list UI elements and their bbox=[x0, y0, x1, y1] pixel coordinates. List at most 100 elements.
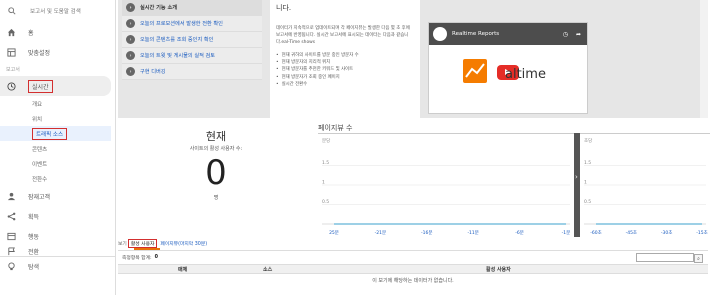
y-tick-label: 0.5 bbox=[322, 199, 329, 205]
active-users-subtitle: 사이트의 활성 사용자 수: bbox=[189, 146, 243, 152]
guide-bullet: 현재 방문자의 지리적 위치 bbox=[276, 59, 414, 66]
person-icon bbox=[6, 191, 16, 201]
nav-acquisition[interactable]: 획득 bbox=[0, 206, 115, 226]
video-player[interactable]: Realtime Reports ◷ ➦ altime bbox=[428, 22, 588, 114]
nav-realtime-locations[interactable]: 위치 bbox=[0, 111, 115, 126]
x-tick-label: -60초 bbox=[590, 230, 602, 236]
view-tabs: 보기 활성 사용자 페이지뷰(마지막 30분) bbox=[118, 238, 207, 248]
active-users-title: 현재 bbox=[205, 130, 227, 143]
guide-title: 니다. bbox=[276, 4, 292, 12]
guide-bullet: 실시간 전환수 bbox=[276, 81, 414, 88]
clock-icon[interactable]: ◷ bbox=[563, 31, 568, 38]
clock-icon bbox=[6, 81, 16, 91]
x-tick-label: -11분 bbox=[467, 230, 479, 236]
nav-conversions[interactable]: 전환 bbox=[0, 246, 115, 256]
nav-discover[interactable]: 탐색 bbox=[0, 256, 115, 276]
column-source[interactable]: 소스 bbox=[263, 266, 272, 273]
column-medium[interactable]: 매체 bbox=[178, 266, 187, 273]
pageviews-per-second-chart: 초당 1.5 1 0.5 -60초 -45초 -30초 -15초 bbox=[580, 133, 710, 237]
guide-bullet: 현재 방문자를 추천한 키워드 및 사이트 bbox=[276, 66, 414, 73]
x-tick-label: -45초 bbox=[626, 230, 638, 236]
y-tick-label: 1 bbox=[584, 180, 587, 186]
nav-behavior-label: 행동 bbox=[28, 233, 40, 241]
chevron-right-icon: › bbox=[126, 51, 135, 60]
nav-discover-label: 탐색 bbox=[28, 264, 40, 271]
home-icon bbox=[6, 27, 16, 37]
guide-body: 데이터가 지속적으로 업데이트되며 각 페이지뷰는 발생한 다음 몇 초 후에 … bbox=[276, 26, 410, 45]
x-tick-label: -16분 bbox=[421, 230, 433, 236]
tab-active-users[interactable]: 활성 사용자 bbox=[127, 238, 158, 248]
nav-realtime-traffic-sources[interactable]: 트래픽 소스 bbox=[0, 126, 111, 141]
guide-menu-item[interactable]: › 오늘의 콘텐츠를 조회 중인지 확인 bbox=[122, 32, 262, 48]
nav-acquisition-label: 획득 bbox=[28, 213, 40, 221]
y-tick-label: 0.5 bbox=[584, 199, 591, 205]
guide-menu-item[interactable]: › 구현 디버깅 bbox=[122, 64, 262, 80]
column-active-users[interactable]: 활성 사용자 bbox=[486, 266, 511, 273]
y-tick-label: 1 bbox=[322, 180, 325, 186]
nav-custom[interactable]: 맞춤설정 bbox=[0, 42, 115, 62]
y-axis-label: 초당 bbox=[584, 137, 592, 144]
empty-message: 이 보기에 해당하는 데이터가 없습니다. bbox=[372, 277, 454, 284]
table-search-input[interactable]: ⌕ bbox=[636, 253, 703, 263]
search-icon[interactable]: ⌕ bbox=[694, 254, 703, 263]
guide-menu-item[interactable]: › 오늘의 프로모션에서 발생한 전환 확인 bbox=[122, 16, 262, 32]
x-tick-label: -15초 bbox=[696, 230, 708, 236]
nav-traffic-sources-label: 트래픽 소스 bbox=[32, 127, 68, 140]
flag-icon bbox=[6, 246, 16, 256]
guide-menu-item[interactable]: › 실시간 기능 소개 bbox=[122, 0, 262, 16]
x-tick-label: -1분 bbox=[562, 230, 571, 236]
left-sidebar: 보고서 및 도움말 검색 홈 맞춤설정 보고서 실시간 개요 위치 트래픽 소스… bbox=[0, 0, 116, 295]
total-value: 0 bbox=[154, 255, 158, 260]
nav-realtime-overview[interactable]: 개요 bbox=[0, 96, 115, 111]
channel-logo bbox=[433, 27, 447, 41]
guide-menu-item-label: 오늘의 프로모션에서 발생한 전환 확인 bbox=[140, 21, 223, 27]
guide-bullets: 현재 귀하의 사이트를 방문 중인 방문자 수 현재 방문자의 지리적 위치 현… bbox=[276, 52, 414, 88]
per-minute-chart-svg: 분당 1.5 1 0.5 25분 -21분 -16분 -11분 -6분 -1분 bbox=[322, 137, 571, 236]
total-label: 측정항목 합계: bbox=[122, 256, 152, 261]
nav-behavior[interactable]: 행동 bbox=[0, 226, 115, 246]
panel-scrollbar[interactable] bbox=[700, 0, 708, 118]
x-tick-label: 25분 bbox=[329, 230, 339, 236]
nav-audience-label: 잠재고객 bbox=[28, 193, 51, 201]
active-users-card: 현재 사이트의 활성 사용자 수: 0 명 bbox=[118, 125, 314, 235]
chevron-right-icon: › bbox=[126, 35, 135, 44]
x-tick-label: -30초 bbox=[661, 230, 673, 236]
video-title: Realtime Reports bbox=[452, 31, 500, 37]
tab-pageviews[interactable]: 페이지뷰(마지막 30분) bbox=[160, 240, 207, 247]
nav-realtime-conversions[interactable]: 전환수 bbox=[0, 171, 115, 186]
active-users-unit: 명 bbox=[213, 195, 219, 201]
per-second-chart-svg: 초당 1.5 1 0.5 -60초 -45초 -30초 -15초 bbox=[584, 137, 708, 236]
nav-realtime-label: 실시간 bbox=[28, 79, 53, 93]
nav-realtime[interactable]: 실시간 bbox=[0, 76, 111, 96]
report-search[interactable]: 보고서 및 도움말 검색 bbox=[0, 0, 115, 22]
realtime-guide-panel: › 실시간 기능 소개 › 오늘의 프로모션에서 발생한 전환 확인 › 오늘의… bbox=[118, 0, 708, 118]
chevron-right-icon: › bbox=[126, 3, 135, 12]
y-tick-label: 1.5 bbox=[322, 160, 329, 166]
acquisition-icon bbox=[6, 211, 16, 221]
guide-menu: › 실시간 기능 소개 › 오늘의 프로모션에서 발생한 전환 확인 › 오늘의… bbox=[122, 0, 262, 80]
nav-realtime-events[interactable]: 이벤트 bbox=[0, 156, 115, 171]
nav-conversions-label: 전환 bbox=[28, 248, 40, 256]
search-icon bbox=[8, 7, 16, 15]
chevron-right-icon: › bbox=[126, 67, 135, 76]
guide-menu-item-label: 오늘의 트윗 및 게시물의 실적 검토 bbox=[140, 53, 216, 59]
nav-audience[interactable]: 잠재고객 bbox=[0, 186, 115, 206]
guide-menu-item-label: 오늘의 콘텐츠를 조회 중인지 확인 bbox=[140, 37, 214, 43]
guide-menu-item-label: 구현 디버깅 bbox=[140, 69, 166, 75]
nav-home[interactable]: 홈 bbox=[0, 22, 115, 42]
nav-home-label: 홈 bbox=[28, 29, 34, 37]
video-caption: altime bbox=[505, 67, 546, 82]
lightbulb-icon bbox=[6, 262, 16, 272]
table-summary: 측정항목 합계: 0 bbox=[118, 251, 708, 264]
reports-section-label: 보고서 bbox=[6, 66, 20, 73]
guide-description: 니다. 데이터가 지속적으로 업데이트되며 각 페이지뷰는 발생한 다음 몇 초… bbox=[270, 0, 420, 118]
share-icon[interactable]: ➦ bbox=[576, 31, 581, 38]
guide-bullet: 현재 귀하의 사이트를 방문 중인 방문자 수 bbox=[276, 52, 414, 59]
guide-menu-item[interactable]: › 오늘의 트윗 및 게시물의 실적 검토 bbox=[122, 48, 262, 64]
search-placeholder: 보고서 및 도움말 검색 bbox=[30, 9, 81, 15]
y-axis-label: 분당 bbox=[322, 137, 330, 144]
x-tick-label: -21분 bbox=[375, 230, 387, 236]
y-tick-label: 1.5 bbox=[584, 160, 591, 166]
nav-realtime-content[interactable]: 콘텐츠 bbox=[0, 141, 115, 156]
tabs-prefix: 보기 bbox=[118, 241, 127, 247]
